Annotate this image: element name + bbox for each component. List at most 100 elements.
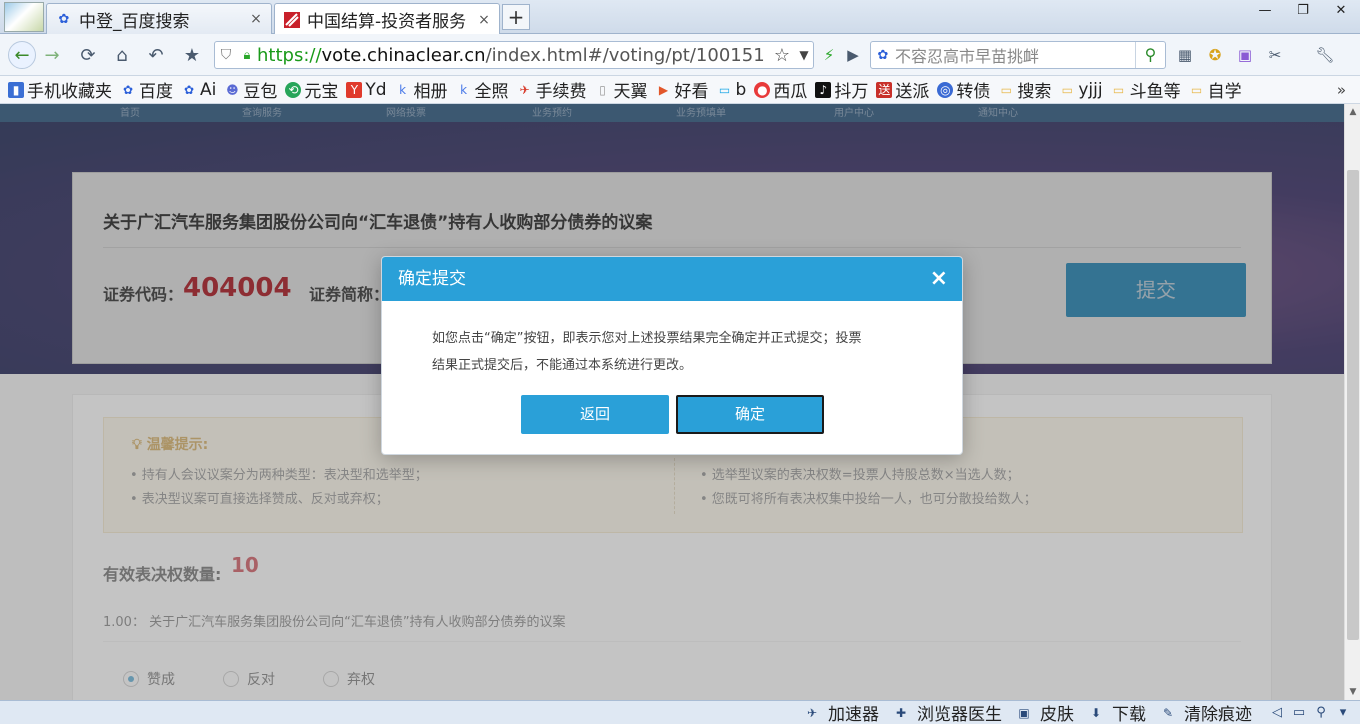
bookmark-item[interactable]: 送送派 bbox=[876, 77, 929, 102]
restore-button[interactable]: ❐ bbox=[1284, 0, 1322, 22]
undo-close-icon[interactable]: ↶ bbox=[142, 41, 170, 69]
scissors-icon[interactable]: ✂ bbox=[1264, 44, 1286, 66]
close-tab-icon[interactable]: × bbox=[477, 12, 491, 28]
back-button[interactable]: 返回 bbox=[521, 395, 669, 434]
address-bar[interactable]: ⛉ 🔒︎ https:// vote.chinaclear.cn /index.… bbox=[214, 41, 814, 69]
screen-icon[interactable]: ▣ bbox=[1234, 44, 1256, 66]
lightning-icon[interactable]: ⚡ bbox=[818, 44, 840, 66]
scrollbar-thumb[interactable] bbox=[1347, 170, 1359, 640]
confirm-button[interactable]: 确定 bbox=[676, 395, 824, 434]
bookmark-label: 豆包 bbox=[243, 82, 278, 102]
new-tab-button[interactable]: + bbox=[502, 4, 530, 30]
tab-thumbnail[interactable] bbox=[4, 2, 44, 32]
bookmark-item[interactable]: ☻ 豆包 bbox=[224, 77, 277, 102]
bookmark-label: 全照 bbox=[474, 82, 509, 102]
album-icon: k bbox=[460, 82, 468, 97]
chevron-down-icon[interactable]: ▾ bbox=[1332, 705, 1354, 720]
bookmark-label: 送派 bbox=[895, 82, 930, 102]
bookmark-label: Yd bbox=[365, 79, 387, 100]
download-icon: ⬇ bbox=[1090, 705, 1102, 720]
bookmark-folder[interactable]: ▭ yjjj bbox=[1059, 80, 1103, 100]
minimize-button[interactable]: — bbox=[1246, 0, 1284, 22]
bookmark-item[interactable]: ▭ b bbox=[717, 79, 747, 100]
bookmark-label: 抖万 bbox=[834, 82, 869, 102]
bookmark-item[interactable]: Y Yd bbox=[346, 79, 387, 100]
scroll-down-icon[interactable]: ▼ bbox=[1345, 684, 1360, 700]
zhuanzhai-icon: ◎ bbox=[937, 81, 954, 98]
bookmark-folder[interactable]: ▭ 自学 bbox=[1189, 77, 1242, 102]
bookmark-item[interactable]: ✿ 百度 bbox=[120, 77, 173, 102]
close-window-button[interactable]: ✕ bbox=[1322, 0, 1360, 22]
apps-grid-icon[interactable]: ▦ bbox=[1174, 44, 1196, 66]
status-accelerator[interactable]: ✈ 加速器 bbox=[804, 700, 879, 724]
forward-icon[interactable]: → bbox=[38, 41, 66, 69]
bookmark-label: Ai bbox=[200, 79, 217, 100]
close-icon[interactable]: × bbox=[930, 257, 948, 301]
favorite-star-icon[interactable]: ★ bbox=[178, 41, 206, 69]
chevron-down-icon[interactable]: ▼ bbox=[795, 48, 813, 62]
baidu-paw-icon: ✿ bbox=[122, 82, 134, 97]
search-icon[interactable]: ⚲ bbox=[1135, 42, 1165, 68]
bookmark-folder[interactable]: ▭ 搜索 bbox=[998, 77, 1052, 102]
speaker-icon[interactable]: ◁ bbox=[1266, 705, 1288, 720]
dialog-header: 确定提交 × bbox=[382, 257, 962, 301]
status-label: 皮肤 bbox=[1040, 705, 1074, 724]
confirm-dialog: 确定提交 × 如您点击“确定”按钮，即表示您对上述投票结果完全确定并正式提交；投… bbox=[381, 256, 963, 455]
url-host: vote.chinaclear.cn bbox=[321, 44, 486, 66]
broom-icon: ✎ bbox=[1162, 705, 1174, 720]
bookmarks-overflow-button[interactable]: » bbox=[1337, 81, 1346, 99]
url-path: /index.html#/voting/pt/100151 bbox=[485, 44, 765, 66]
status-label: 下载 bbox=[1112, 705, 1146, 724]
status-doctor[interactable]: ✚ 浏览器医生 bbox=[893, 700, 1002, 724]
window-icon[interactable]: ▭ bbox=[1288, 705, 1310, 720]
bookmark-label: 西瓜 bbox=[773, 82, 808, 102]
bookmark-label: 手续费 bbox=[535, 82, 587, 102]
bookmark-label: 斗鱼等 bbox=[1129, 82, 1181, 102]
bookmark-item[interactable]: ▮ 手机收藏夹 bbox=[8, 77, 112, 102]
bookmark-item[interactable]: ● 西瓜 bbox=[754, 77, 807, 102]
search-box[interactable]: ✿ 不容忍高市早苗挑衅 ⚲ bbox=[870, 41, 1166, 69]
reload-icon[interactable]: ⟳ bbox=[74, 41, 102, 69]
url-scheme: https:// bbox=[257, 44, 322, 66]
bookmark-folder[interactable]: ▭ 斗鱼等 bbox=[1111, 77, 1181, 102]
page-scrollbar[interactable]: ▲ ▼ bbox=[1344, 104, 1360, 700]
status-label: 浏览器医生 bbox=[917, 705, 1002, 724]
lock-icon: 🔒︎ bbox=[243, 47, 251, 63]
doubao-icon: ☻ bbox=[226, 82, 239, 97]
bookmark-star-icon[interactable]: ☆ bbox=[769, 45, 795, 66]
bookmark-label: 元宝 bbox=[304, 82, 339, 102]
folder-icon: ▭ bbox=[1112, 82, 1125, 97]
status-download[interactable]: ⬇ 下载 bbox=[1088, 700, 1146, 724]
status-skin[interactable]: ▣ 皮肤 bbox=[1016, 700, 1074, 724]
phone-icon: ▮ bbox=[8, 81, 24, 98]
home-icon[interactable]: ⌂ bbox=[108, 41, 136, 69]
bookmark-item[interactable]: ⟲ 元宝 bbox=[285, 77, 338, 102]
close-tab-icon[interactable]: × bbox=[249, 11, 263, 27]
bookmark-item[interactable]: k 相册 bbox=[395, 77, 447, 102]
browser-toolbar: ← → ⟳ ⌂ ↶ ★ ⛉ 🔒︎ https:// vote.chinaclea… bbox=[0, 34, 1360, 76]
tab-title: 中登_百度搜索 bbox=[79, 11, 190, 32]
bookmark-item[interactable]: ♪ 抖万 bbox=[815, 77, 868, 102]
tab-chinaclear[interactable]: 中国结算-投资者服务 × bbox=[274, 3, 500, 35]
tab-baidu-search[interactable]: ✿ 中登_百度搜索 × bbox=[46, 3, 272, 34]
bookmark-label: 百度 bbox=[139, 82, 173, 102]
bookmark-label: 手机收藏夹 bbox=[27, 82, 112, 102]
back-icon[interactable]: ← bbox=[8, 41, 36, 69]
zoom-icon[interactable]: ⚲ bbox=[1310, 705, 1332, 720]
bookmark-item[interactable]: ✿ Ai bbox=[181, 80, 216, 100]
bookmark-item[interactable]: ◎ 转债 bbox=[937, 77, 990, 102]
bookmark-item[interactable]: ▶ 好看 bbox=[656, 77, 709, 102]
scroll-up-icon[interactable]: ▲ bbox=[1345, 104, 1360, 120]
bookmark-label: b bbox=[735, 79, 747, 100]
status-clear-history[interactable]: ✎ 清除痕迹 bbox=[1160, 700, 1252, 724]
dialog-message: 如您点击“确定”按钮，即表示您对上述投票结果完全确定并正式提交；投票 结果正式提… bbox=[432, 325, 922, 379]
bookmark-item[interactable]: k 全照 bbox=[456, 77, 509, 102]
bookmark-item[interactable]: ▯ 天翼 bbox=[595, 77, 647, 102]
baidu-paw-icon: ✿ bbox=[58, 11, 70, 27]
extension-icon[interactable]: ✪ bbox=[1204, 44, 1226, 66]
bookmark-item[interactable]: ✈ 手续费 bbox=[517, 77, 587, 102]
tools-wrench-icon[interactable]: 🔧︎ bbox=[1314, 44, 1336, 66]
youdao-icon: Y bbox=[346, 81, 363, 98]
play-arrow-icon[interactable]: ▶ bbox=[842, 44, 864, 66]
search-input[interactable]: 不容忍高市早苗挑衅 bbox=[895, 43, 1135, 67]
